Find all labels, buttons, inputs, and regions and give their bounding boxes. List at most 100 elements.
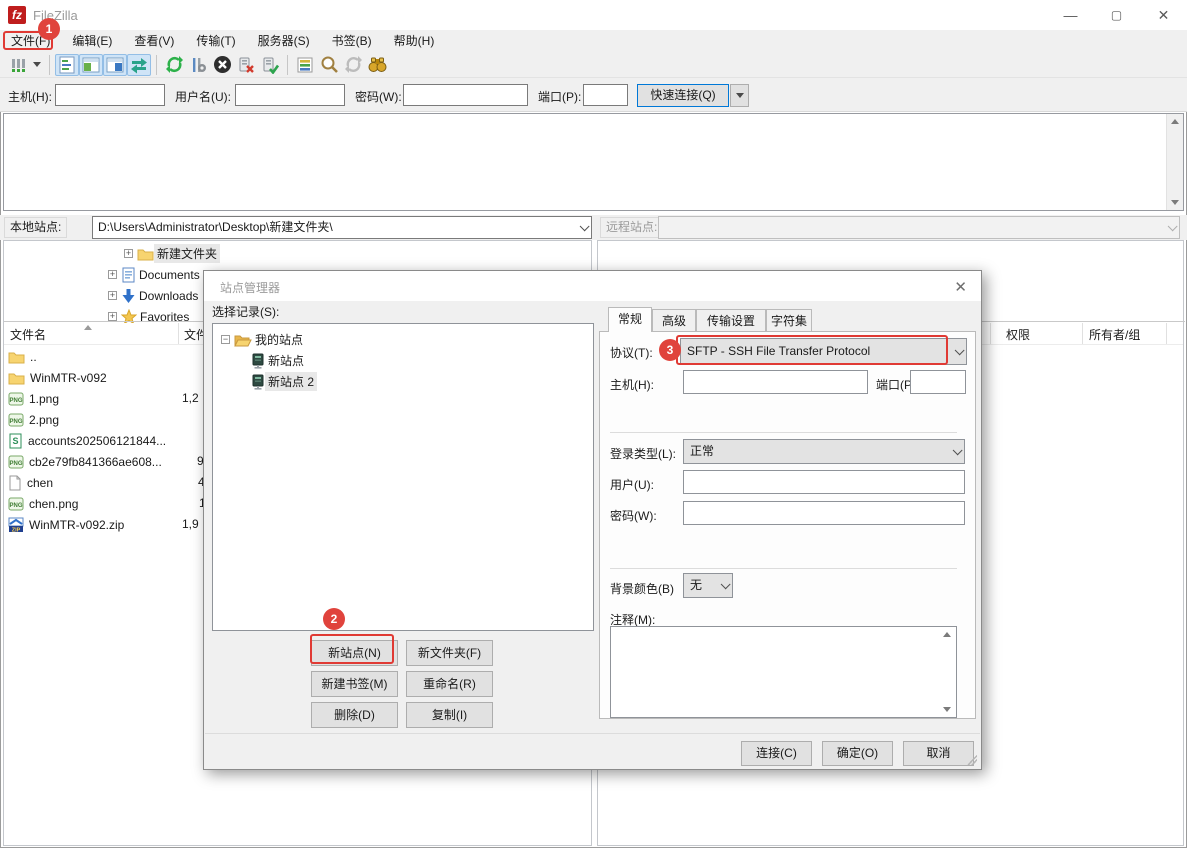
refresh-icon xyxy=(165,55,184,74)
user-input[interactable] xyxy=(683,470,965,494)
synchronized-browsing-icon xyxy=(344,55,363,74)
host-input[interactable] xyxy=(683,370,868,394)
quickconnect-button[interactable]: 快速连接(Q) xyxy=(637,84,729,107)
new-bookmark-button[interactable]: 新建书签(M) xyxy=(311,671,398,697)
tab-advanced[interactable]: 高级 xyxy=(652,309,696,332)
tree-item-new-folder[interactable]: + 新建文件夹 xyxy=(124,243,221,264)
site-manager-button[interactable] xyxy=(6,54,30,76)
file-row[interactable]: chen xyxy=(8,472,53,493)
disconnect-button[interactable] xyxy=(234,54,258,76)
expand-icon[interactable]: + xyxy=(124,249,133,258)
menu-help[interactable]: 帮助(H) xyxy=(383,30,446,52)
cancel-button[interactable] xyxy=(210,54,234,76)
file-name: chen.png xyxy=(29,496,79,511)
password-input[interactable] xyxy=(683,501,965,525)
file-row[interactable]: S accounts202506121844... xyxy=(8,430,166,451)
expand-icon[interactable]: + xyxy=(108,291,117,300)
resize-grip-icon[interactable] xyxy=(967,755,977,765)
menu-transfer[interactable]: 传输(T) xyxy=(185,30,246,52)
expand-icon[interactable]: + xyxy=(108,312,117,321)
toolbar-separator xyxy=(156,54,157,75)
column-divider[interactable] xyxy=(178,323,179,344)
toggle-transfer-queue-button[interactable] xyxy=(127,53,151,76)
column-divider[interactable] xyxy=(1166,323,1167,344)
chevron-down-icon xyxy=(735,93,744,98)
process-queue-button[interactable] xyxy=(186,54,210,76)
file-row[interactable]: WinMTR-v092 xyxy=(8,367,107,388)
tree-item-new-site-1[interactable]: 新站点 xyxy=(251,350,307,371)
toggle-local-tree-button[interactable] xyxy=(79,53,103,76)
file-row[interactable]: .. xyxy=(8,346,37,367)
rename-button[interactable]: 重命名(R) xyxy=(406,671,493,697)
file-name: cb2e79fb841366ae608... xyxy=(29,454,162,469)
toggle-log-view-button[interactable] xyxy=(55,53,79,76)
menu-view[interactable]: 查看(V) xyxy=(123,30,185,52)
tab-general[interactable]: 常规 xyxy=(608,307,652,332)
file-name: 2.png xyxy=(29,412,60,427)
reconnect-button[interactable] xyxy=(258,54,282,76)
file-row[interactable]: PNG chen.png xyxy=(8,493,78,514)
file-row[interactable]: ZIP WinMTR-v092.zip xyxy=(8,514,124,535)
toggle-remote-tree-button[interactable] xyxy=(103,53,127,76)
select-entry-label: 选择记录(S): xyxy=(212,305,280,319)
toolbar xyxy=(0,52,1187,78)
delete-button[interactable]: 删除(D) xyxy=(311,702,398,728)
local-site-combobox[interactable]: D:\Users\Administrator\Desktop\新建文件夹\ xyxy=(92,216,592,239)
permissions-column-header[interactable]: 权限 xyxy=(1006,325,1030,346)
scroll-up-icon[interactable] xyxy=(943,632,951,637)
column-divider[interactable] xyxy=(1082,323,1083,344)
tree-item-my-sites[interactable]: − 我的站点 xyxy=(221,329,306,350)
scroll-up-icon[interactable] xyxy=(1171,119,1179,124)
menu-server[interactable]: 服务器(S) xyxy=(247,30,321,52)
new-folder-button[interactable]: 新文件夹(F) xyxy=(406,640,493,666)
synchronized-browsing-button[interactable] xyxy=(341,54,365,76)
tree-item-documents[interactable]: + Documents xyxy=(108,264,203,285)
username-input[interactable] xyxy=(235,84,345,106)
tree-item-downloads[interactable]: + Downloads xyxy=(108,285,201,306)
menu-bookmarks[interactable]: 书签(B) xyxy=(321,30,383,52)
minimize-button[interactable]: — xyxy=(1048,0,1093,30)
file-row[interactable]: PNG 2.png xyxy=(8,409,59,430)
port-input[interactable] xyxy=(583,84,628,106)
tree-item-new-site-2[interactable]: 新站点 2 xyxy=(251,371,318,392)
refresh-button[interactable] xyxy=(162,54,186,76)
close-button[interactable]: ✕ xyxy=(1141,0,1186,30)
dialog-close-icon[interactable]: ✕ xyxy=(954,278,967,296)
directory-comparison-button[interactable] xyxy=(365,54,389,76)
password-input[interactable] xyxy=(403,84,528,106)
port-input[interactable] xyxy=(910,370,966,394)
tab-transfer-settings[interactable]: 传输设置 xyxy=(696,309,766,332)
cancel-button[interactable]: 取消 xyxy=(903,741,974,766)
site-bars: 本地站点: D:\Users\Administrator\Desktop\新建文… xyxy=(0,215,1187,240)
comments-scrollbar[interactable] xyxy=(940,627,955,717)
site-manager-dropdown-button[interactable] xyxy=(30,54,44,76)
host-input[interactable] xyxy=(55,84,165,106)
filezilla-logo-icon: fz xyxy=(8,6,26,24)
maximize-button[interactable]: ▢ xyxy=(1094,0,1139,30)
search-button[interactable] xyxy=(317,54,341,76)
quickconnect-dropdown-button[interactable] xyxy=(730,84,749,107)
duplicate-button[interactable]: 复制(I) xyxy=(406,702,493,728)
tab-charset[interactable]: 字符集 xyxy=(766,309,812,332)
background-color-value: 无 xyxy=(690,578,703,592)
file-name: chen xyxy=(27,475,54,490)
file-row[interactable]: PNG cb2e79fb841366ae608... xyxy=(8,451,162,472)
ok-button[interactable]: 确定(O) xyxy=(822,741,893,766)
filter-button[interactable] xyxy=(293,54,317,76)
file-row[interactable]: PNG 1.png xyxy=(8,388,59,409)
menu-edit[interactable]: 编辑(E) xyxy=(61,30,123,52)
collapse-icon[interactable]: − xyxy=(221,335,230,344)
log-scrollbar[interactable] xyxy=(1166,114,1183,210)
filename-column-header[interactable]: 文件名 xyxy=(10,325,46,346)
scroll-down-icon[interactable] xyxy=(1171,200,1179,205)
scroll-down-icon[interactable] xyxy=(943,707,951,712)
comments-textarea[interactable] xyxy=(610,626,957,718)
logon-type-combobox[interactable]: 正常 xyxy=(683,439,965,464)
expand-icon[interactable]: + xyxy=(108,270,117,279)
column-divider[interactable] xyxy=(990,323,991,344)
owner-group-column-header[interactable]: 所有者/组 xyxy=(1089,325,1140,346)
disconnect-icon xyxy=(237,56,255,74)
tree-item-label: 我的站点 xyxy=(255,333,304,347)
connect-button[interactable]: 连接(C) xyxy=(741,741,812,766)
background-color-combobox[interactable]: 无 xyxy=(683,573,733,598)
